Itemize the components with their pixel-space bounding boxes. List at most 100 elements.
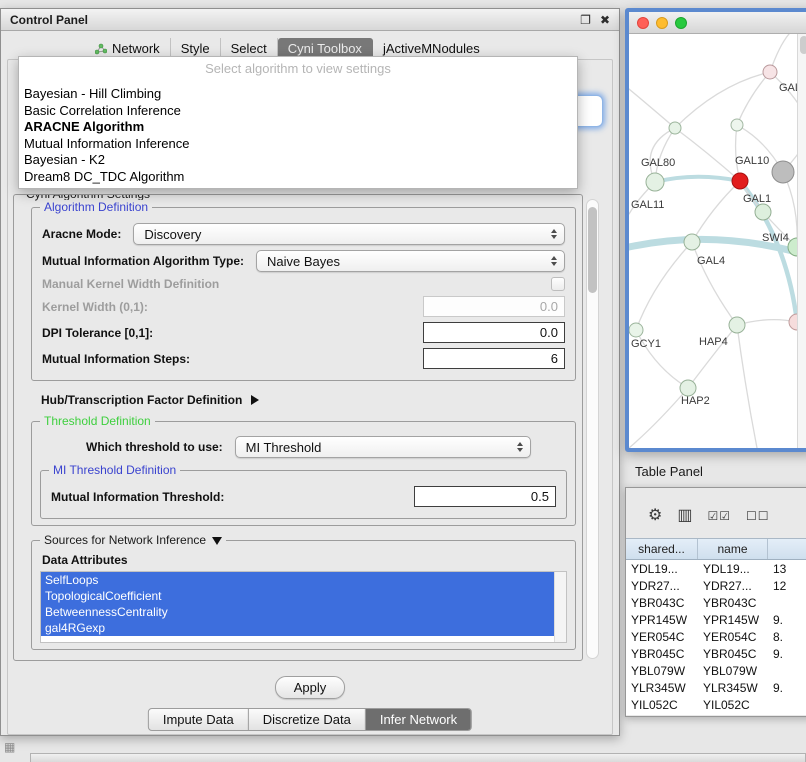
table-row[interactable]: YLR345WYLR345W9.: [626, 679, 806, 696]
network-edge[interactable]: [655, 177, 740, 182]
table-panel-title: Table Panel: [635, 464, 703, 479]
network-scrollbar-track[interactable]: [797, 34, 806, 448]
expand-right-icon: [251, 395, 259, 405]
manual-kernel-width-checkbox[interactable]: [551, 277, 565, 291]
table-row[interactable]: YDR27...YDR27...12: [626, 577, 806, 594]
table-row[interactable]: YER054CYER054C8.: [626, 628, 806, 645]
collapse-down-icon: [212, 537, 222, 545]
network-node[interactable]: [646, 173, 664, 191]
zoom-traffic-light[interactable]: [675, 17, 687, 29]
algorithm-option[interactable]: Basic Correlation Inference: [19, 103, 577, 120]
network-node[interactable]: [755, 204, 771, 220]
kernel-width-label: Kernel Width (0,1):: [42, 300, 148, 314]
network-node[interactable]: [772, 161, 794, 183]
network-view-titlebar[interactable]: [629, 12, 806, 34]
control-panel-titlebar[interactable]: Control Panel ❐ ✖: [1, 9, 619, 31]
which-threshold-combobox[interactable]: MI Threshold: [235, 436, 531, 458]
network-node[interactable]: [731, 119, 743, 131]
table-row[interactable]: YIL052CYIL052C: [626, 696, 806, 713]
network-node-label: SWI4: [762, 232, 789, 244]
table-cell: YLR345W: [698, 681, 768, 695]
algorithm-option[interactable]: Bayesian - Hill Climbing: [19, 86, 577, 103]
network-node[interactable]: [763, 65, 777, 79]
bottom-tab-impute-data[interactable]: Impute Data: [149, 709, 249, 730]
network-edge[interactable]: [629, 388, 688, 448]
collapsed-panel-icon[interactable]: ▦: [4, 740, 15, 754]
network-node[interactable]: [684, 234, 700, 250]
network-node[interactable]: [732, 173, 748, 189]
network-edge[interactable]: [737, 72, 770, 125]
minimize-traffic-light[interactable]: [656, 17, 668, 29]
settings-scrollbar-thumb[interactable]: [588, 207, 597, 293]
list-scrollbar-track[interactable]: [554, 572, 566, 642]
sources-group-title[interactable]: Sources for Network Inference: [40, 533, 226, 548]
network-edge[interactable]: [737, 325, 757, 448]
apply-button[interactable]: Apply: [275, 676, 345, 699]
table-cell: YLR345W: [626, 681, 698, 695]
close-traffic-light[interactable]: [637, 17, 649, 29]
table-row[interactable]: YDL19...YDL19...13: [626, 560, 806, 577]
gear-icon[interactable]: ⚙: [648, 508, 662, 524]
kernel-width-field[interactable]: 0.0: [423, 296, 565, 317]
window-title: Control Panel: [10, 13, 88, 27]
mi-algorithm-type-combobox[interactable]: Naive Bayes: [256, 250, 565, 272]
data-attribute-item[interactable]: BetweennessCentrality: [41, 604, 554, 620]
data-attributes-list: SelfLoopsTopologicalCoefficientBetweenne…: [41, 572, 566, 636]
table-header: shared... name: [626, 538, 806, 560]
algorithm-option[interactable]: ARACNE Algorithm: [19, 119, 577, 136]
network-node[interactable]: [669, 122, 681, 134]
network-edge[interactable]: [675, 128, 740, 181]
data-attribute-item[interactable]: SelfLoops: [41, 572, 554, 588]
hub-definition-expander[interactable]: Hub/Transcription Factor Definition: [41, 393, 576, 407]
select-all-checkboxes-icon[interactable]: ☑☑: [707, 508, 731, 524]
network-edge[interactable]: [688, 325, 737, 388]
aracne-mode-combobox[interactable]: Discovery: [133, 223, 565, 245]
mi-threshold-field[interactable]: 0.5: [414, 486, 556, 507]
dpi-tolerance-field[interactable]: 0.0: [423, 322, 565, 343]
table-cell: YIL052C: [698, 698, 768, 712]
bottom-tab-infer-network[interactable]: Infer Network: [366, 709, 471, 730]
network-edge[interactable]: [692, 181, 740, 242]
table-cell: 9.: [768, 613, 806, 627]
algorithm-option[interactable]: Dream8 DC_TDC Algorithm: [19, 169, 577, 186]
close-icon[interactable]: ✖: [600, 13, 610, 27]
network-canvas-svg: GALGAL80GAL10GAL11GAL1SWI4GAL4GCY1HAP4YH…: [629, 34, 806, 448]
algorithm-option[interactable]: Bayesian - K2: [19, 152, 577, 169]
mi-steps-field[interactable]: 6: [423, 348, 565, 369]
restore-icon[interactable]: ❐: [580, 13, 591, 27]
table-cell: YDR27...: [698, 579, 768, 593]
column-header-name[interactable]: name: [698, 539, 768, 559]
data-attribute-item[interactable]: gal4RGexp: [41, 620, 554, 636]
table-cell: 8.: [768, 630, 806, 644]
network-scrollbar-thumb[interactable]: [800, 36, 806, 54]
bottom-tab-discretize-data[interactable]: Discretize Data: [249, 709, 366, 730]
table-cell: 12: [768, 579, 806, 593]
table-row[interactable]: YBL079WYBL079W: [626, 662, 806, 679]
table-row[interactable]: YBR043CYBR043C: [626, 594, 806, 611]
data-attribute-item[interactable]: TopologicalCoefficient: [41, 588, 554, 604]
mi-threshold-group-title: MI Threshold Definition: [49, 463, 180, 478]
network-edge[interactable]: [737, 320, 797, 325]
network-node[interactable]: [629, 323, 643, 337]
network-edge[interactable]: [675, 72, 770, 128]
deselect-all-checkboxes-icon[interactable]: ☐☐: [746, 508, 770, 524]
algorithm-option[interactable]: Mutual Information Inference: [19, 136, 577, 153]
network-view-window: GALGAL80GAL10GAL11GAL1SWI4GAL4GCY1HAP4YH…: [625, 8, 806, 452]
table-cell: YBL079W: [698, 664, 768, 678]
combo-arrows-icon: [509, 442, 523, 452]
network-edge[interactable]: [629, 89, 675, 128]
table-cell: YBR045C: [698, 647, 768, 661]
network-canvas[interactable]: GALGAL80GAL10GAL11GAL1SWI4GAL4GCY1HAP4YH…: [629, 34, 806, 448]
column-header-shared[interactable]: shared...: [626, 539, 698, 559]
table-row[interactable]: YBR045CYBR045C9.: [626, 645, 806, 662]
network-node[interactable]: [680, 380, 696, 396]
table-row[interactable]: YPR145WYPR145W9.: [626, 611, 806, 628]
settings-scrollbar-track[interactable]: [586, 199, 599, 659]
table-toolbar: ⚙ ▥ ☑☑ ☐☐: [626, 488, 806, 538]
network-node[interactable]: [729, 317, 745, 333]
algorithm-list: Bayesian - Hill ClimbingBasic Correlatio…: [19, 86, 577, 185]
column-header-extra[interactable]: [768, 539, 806, 559]
network-node-label: HAP2: [681, 395, 710, 407]
columns-icon[interactable]: ▥: [677, 508, 692, 524]
network-edge[interactable]: [636, 242, 692, 330]
